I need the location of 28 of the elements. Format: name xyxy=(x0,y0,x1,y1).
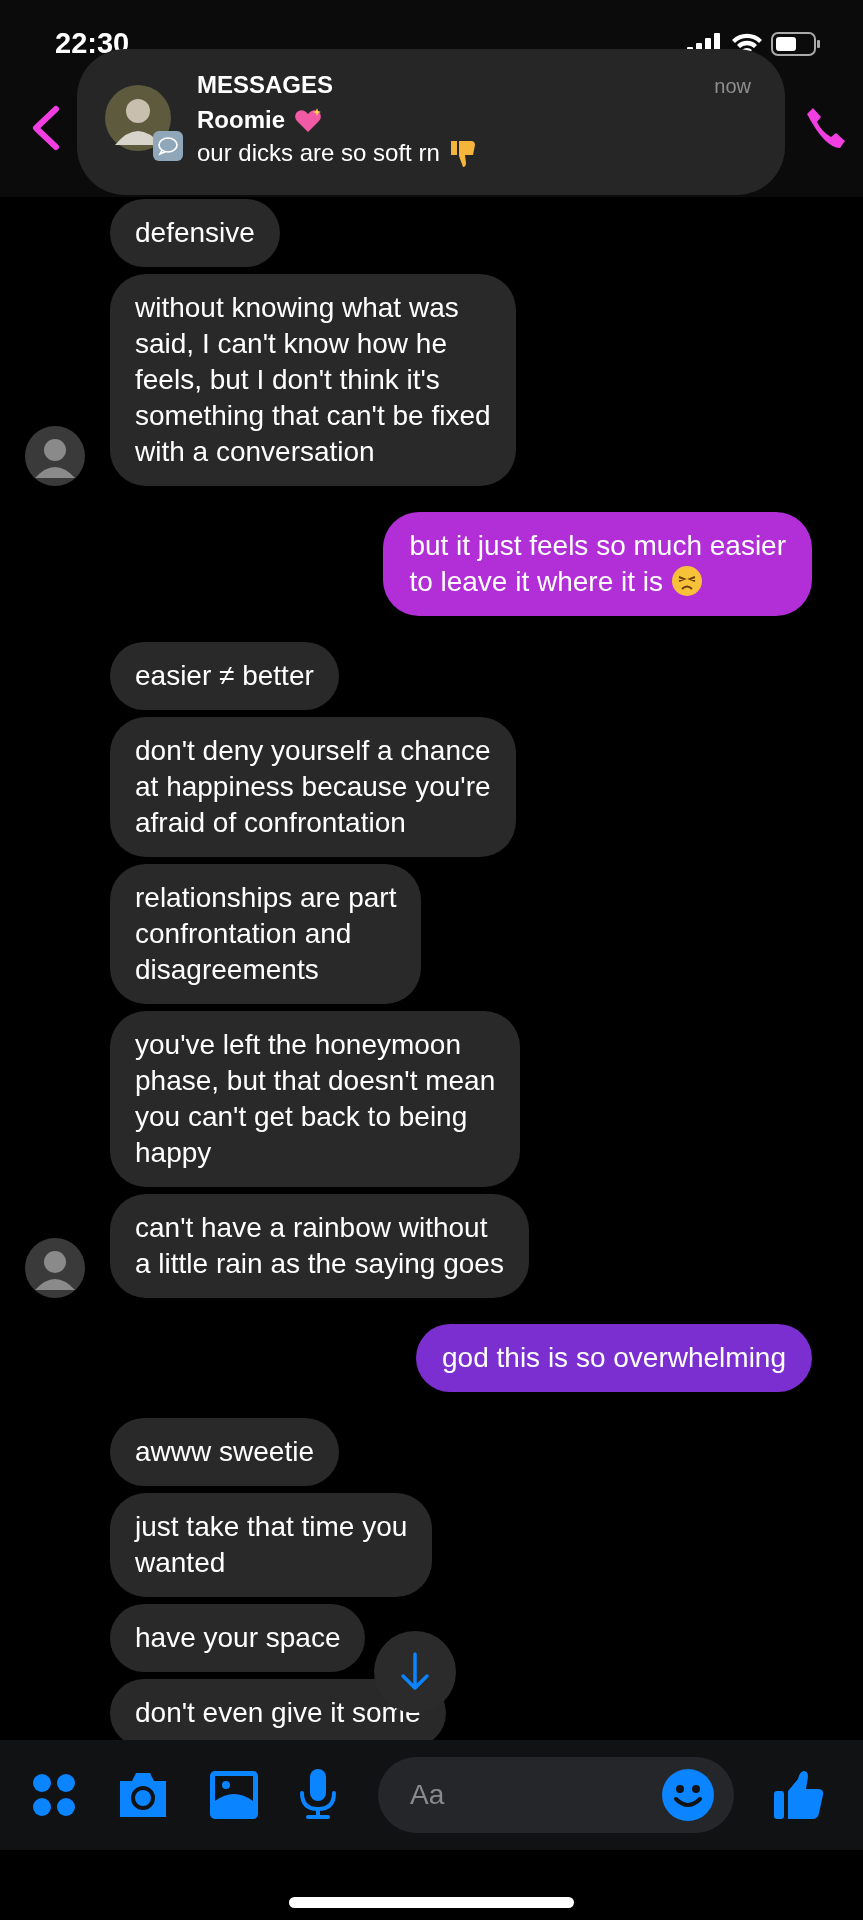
received-message: don't deny yourself a chance at happiness because you're afraid of confrontation xyxy=(110,717,516,857)
microphone-icon xyxy=(298,1769,338,1821)
notification-time: now xyxy=(714,74,751,99)
battery-icon xyxy=(771,31,821,56)
apps-icon xyxy=(32,1773,76,1817)
message-input[interactable]: Aa xyxy=(378,1757,734,1833)
back-button[interactable] xyxy=(30,104,60,151)
like-icon[interactable] xyxy=(774,1769,826,1821)
received-message: you've left the honeymoon phase, but that doesn't mean you can't get back to being happy xyxy=(110,1011,521,1187)
received-message: defensive xyxy=(110,199,280,267)
received-message: just take that time you wanted xyxy=(110,1493,433,1597)
image-icon xyxy=(210,1771,258,1819)
received-message: without knowing what was said, I can't know how he feels, but I don't think it's something that can't be fixed with a conversation xyxy=(110,274,516,486)
emoji-icon[interactable] xyxy=(662,1769,714,1821)
received-message: can't have a rainbow without a little rain as the saying goes xyxy=(110,1194,529,1298)
down-arrow-icon xyxy=(400,1652,430,1692)
chat-badge-icon xyxy=(153,131,183,161)
received-message: awww sweetie xyxy=(110,1418,339,1486)
sent-message: but it just feels so much easier to leave it where it is xyxy=(383,512,812,616)
notification-message: our dicks are so soft rn xyxy=(197,138,440,168)
back-icon xyxy=(30,104,60,151)
sent-message: god this is so overwhelming xyxy=(416,1324,812,1392)
sender-avatar xyxy=(105,85,171,151)
notification-app-name: MESSAGES xyxy=(197,71,334,99)
notification-sender: Roomie xyxy=(197,105,285,135)
received-message: relationships are part confrontation and disagreements xyxy=(110,864,422,1004)
received-message: easier ≠ better xyxy=(110,642,339,710)
received-message: have your space xyxy=(110,1604,366,1672)
